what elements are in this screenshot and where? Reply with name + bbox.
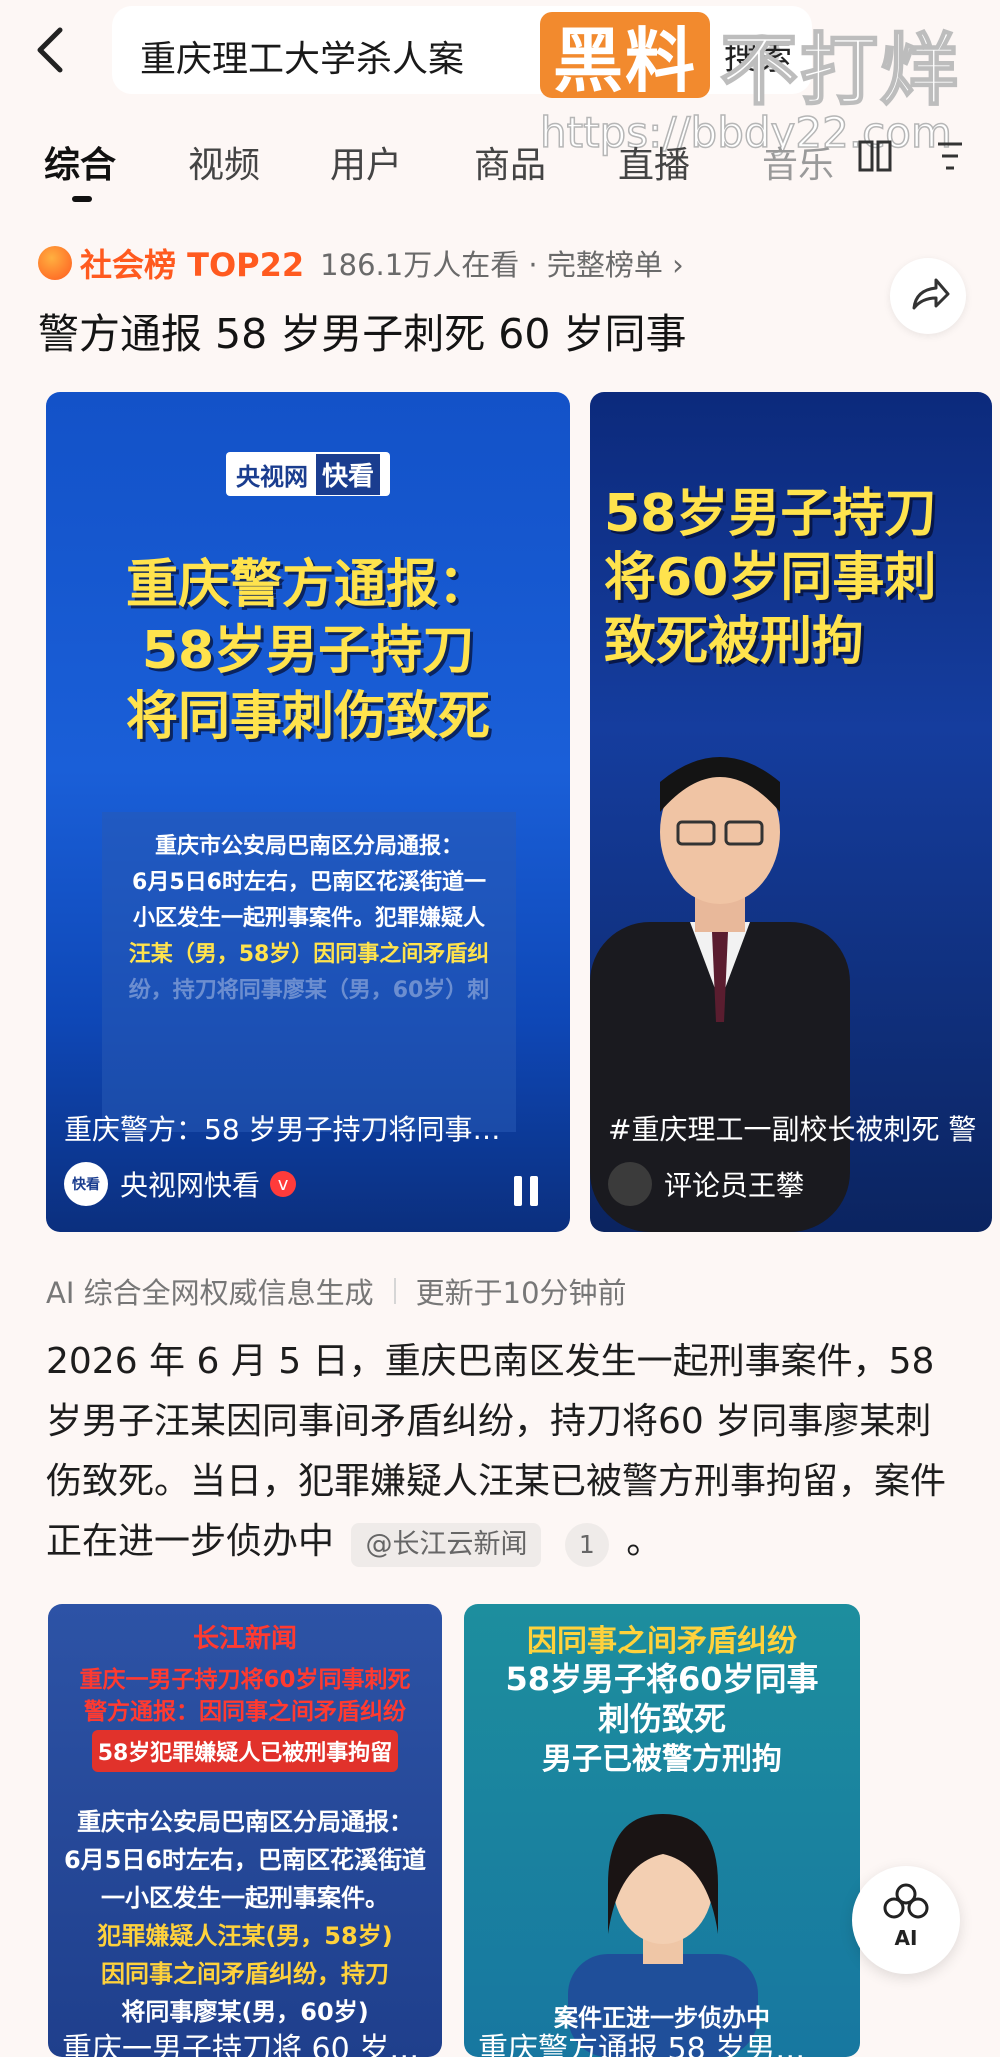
notice-line: 纷，持刀将同事廖某（男，60岁）刺 — [128, 978, 490, 1003]
card-title-line: 58岁男子持刀 — [604, 484, 937, 544]
fire-icon — [38, 246, 72, 280]
hot-headline[interactable]: 警方通报 58 岁男子刺死 60 岁同事 — [38, 300, 686, 360]
share-icon — [912, 278, 950, 310]
card-caption: 重庆一男子持刀将 60 岁… — [62, 2032, 420, 2057]
ai-assistant-button[interactable]: AI — [852, 1866, 960, 1974]
divider — [393, 1278, 396, 1304]
source-chip[interactable]: @长江云新闻 — [351, 1523, 542, 1567]
avatar: 快看 — [64, 1162, 108, 1206]
card-title-line: 将60岁同事刺 — [604, 548, 937, 608]
author-row[interactable]: 评论员王攀 — [608, 1162, 804, 1206]
notice-line: 汪某（男，58岁）因同事之间矛盾纠 — [128, 942, 490, 967]
video-caption: #重庆理工一副校长被刺死 警 — [608, 1113, 977, 1146]
author-name: 央视网快看 — [120, 1169, 261, 1202]
ai-label: AI — [894, 1926, 918, 1950]
filter-icon[interactable] — [930, 136, 970, 180]
card-line: 一小区发生一起刑事案件。 — [101, 1884, 389, 1912]
back-arrow-icon — [37, 27, 63, 73]
author-name: 评论员王攀 — [664, 1169, 805, 1202]
card-title-line: 58岁男子持刀 — [141, 621, 475, 681]
notice-line: 6月5日6时左右，巴南区花溪街道一 — [132, 870, 486, 895]
card-line: 犯罪嫌疑人汪某(男，58岁) — [97, 1922, 393, 1950]
card-line: 男子已被警方刑拘 — [542, 1742, 782, 1777]
card-title-line: 重庆警方通报： — [125, 555, 490, 615]
video-card-cctv[interactable]: 央视网 快看 重庆警方通报： 58岁男子持刀 将同事刺伤致死 重庆市公安局巴南区… — [46, 392, 570, 1232]
pause-icon[interactable] — [512, 1174, 542, 1208]
ai-source-note: AI 综合全网权威信息生成 — [46, 1276, 374, 1310]
tab-goods[interactable]: 商品 — [474, 136, 546, 188]
video-caption: 重庆警方：58 岁男子持刀将同事… — [64, 1113, 501, 1146]
card-line: 将同事廖某(男，60岁) — [121, 1998, 369, 2026]
card-line: 重庆市公安局巴南区分局通报： — [77, 1808, 413, 1836]
search-input[interactable]: 重庆理工大学杀人案 — [140, 30, 464, 82]
rank-meta[interactable]: 186.1万人在看 · 完整榜单 › — [320, 242, 684, 284]
author-row[interactable]: 快看 央视网快看 v — [64, 1162, 297, 1206]
share-button[interactable] — [890, 258, 966, 334]
ai-updated: 更新于10分钟前 — [415, 1276, 627, 1310]
card-caption: 重庆警方通报 58 岁男… — [478, 2032, 806, 2057]
tab-video[interactable]: 视频 — [188, 136, 260, 188]
source-count[interactable]: 1 — [564, 1523, 609, 1567]
watermark-logo: 黑料 — [540, 12, 710, 102]
card-red-title: 重庆一男子持刀将60岁同事刺死 — [79, 1667, 411, 1693]
rank-label: 社会榜 TOP22 — [80, 246, 305, 284]
brand-a: 央视网 — [236, 462, 308, 491]
brand-b: 快看 — [316, 453, 381, 495]
notice-line: 小区发生一起刑事案件。犯罪嫌疑人 — [132, 906, 485, 931]
tab-live[interactable]: 直播 — [618, 136, 690, 188]
card-title-line: 将同事刺伤致死 — [125, 687, 490, 747]
status-badge: 58岁犯罪嫌疑人已被刑事拘留 — [92, 1730, 398, 1772]
grid-icon[interactable] — [856, 136, 896, 180]
summary-period: 。 — [626, 1521, 663, 1562]
ai-flower-icon — [883, 1883, 929, 1919]
tab-bar: 综合 视频 用户 商品 直播 音乐 — [0, 126, 1000, 206]
tab-active-indicator — [72, 196, 92, 202]
back-button[interactable] — [22, 20, 82, 80]
card-title: 58岁男子持刀 将60岁同事刺 致死被刑拘 — [604, 482, 992, 674]
verified-badge: v — [270, 1171, 297, 1197]
card-red-title: 警方通报：因同事之间矛盾纠纷 — [84, 1699, 406, 1725]
hot-rank-row[interactable]: 社会榜 TOP22 186.1万人在看 · 完整榜单 › — [38, 240, 684, 286]
notice-box: 重庆市公安局巴南区分局通报： 6月5日6时左右，巴南区花溪街道一 小区发生一起刑… — [102, 812, 516, 1132]
card-line: 6月5日6时左右，巴南区花溪街道 — [63, 1846, 427, 1874]
watermark-text: 不打烊 — [719, 25, 961, 117]
ai-source-meta: AI 综合全网权威信息生成 更新于10分钟前 — [46, 1270, 627, 1312]
avatar — [608, 1162, 652, 1206]
image-card-changjiang[interactable]: 长江新闻 重庆一男子持刀将60岁同事刺死 警方通报：因同事之间矛盾纠纷 58岁犯… — [48, 1604, 442, 2057]
brand-tag: 央视网 快看 — [226, 452, 391, 496]
card-line: 因同事之间矛盾纠纷，持刀 — [101, 1960, 389, 1988]
video-card-news-anchor[interactable]: 因同事之间矛盾纠纷 58岁男子将60岁同事 刺伤致死 男子已被警方刑拘 案件正进… — [464, 1604, 860, 2057]
tab-comprehensive[interactable]: 综合 — [44, 136, 116, 188]
source-logo: 长江新闻 — [192, 1624, 297, 1654]
tab-users[interactable]: 用户 — [330, 136, 402, 188]
ai-summary: 2026 年 6 月 5 日，重庆巴南区发生一起刑事案件，58 岁男子汪某因同事… — [46, 1332, 966, 1572]
video-card-commentator[interactable]: 58岁男子持刀 将60岁同事刺 致死被刑拘 #重庆理工一副校长被刺死 警 评论员… — [590, 392, 992, 1232]
notice-line: 重庆市公安局巴南区分局通报： — [154, 834, 463, 859]
tab-music[interactable]: 音乐 — [762, 136, 834, 188]
